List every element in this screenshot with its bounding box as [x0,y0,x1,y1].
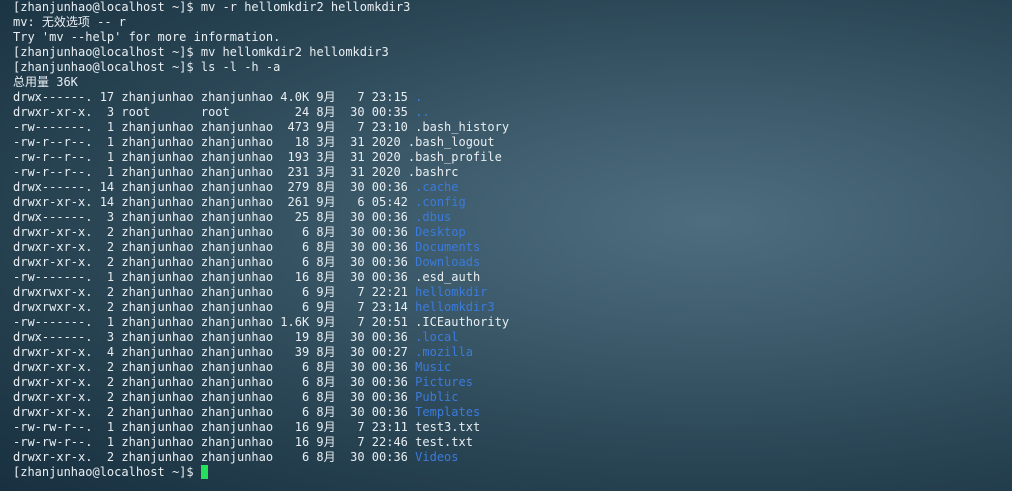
prompt-line: [zhanjunhao@localhost ~]$ [13,465,1003,480]
listing-row: drwxr-xr-x. 2 zhanjunhao zhanjunhao 6 8月… [13,360,1003,375]
file-metadata: -rw-r--r--. 1 zhanjunhao zhanjunhao 18 3… [13,135,408,149]
file-metadata: drwx------. 14 zhanjunhao zhanjunhao 279… [13,180,416,194]
directory-name: hellomkdir3 [415,300,495,314]
directory-name: .config [415,195,466,209]
listing-row: -rw-r--r--. 1 zhanjunhao zhanjunhao 193 … [13,150,1003,165]
file-metadata: -rw-r--r--. 1 zhanjunhao zhanjunhao 193 … [13,150,408,164]
file-metadata: drwxr-xr-x. 2 zhanjunhao zhanjunhao 6 8月… [13,225,416,239]
file-metadata: drwxr-xr-x. 3 root root 24 8月 30 00:35 [13,105,416,119]
file-metadata: drwxr-xr-x. 2 zhanjunhao zhanjunhao 6 8月… [13,450,416,464]
terminal-output[interactable]: [zhanjunhao@localhost ~]$ mv -r hellomkd… [13,0,1003,491]
directory-name: .cache [415,180,459,194]
file-metadata: drwxr-xr-x. 2 zhanjunhao zhanjunhao 6 8月… [13,255,416,269]
file-name: .bash_history [415,120,510,134]
listing-row: drwxrwxr-x. 2 zhanjunhao zhanjunhao 6 9月… [13,300,1003,315]
listing-row: -rw-------. 1 zhanjunhao zhanjunhao 16 8… [13,270,1003,285]
listing-row: drwx------. 3 zhanjunhao zhanjunhao 25 8… [13,210,1003,225]
file-metadata: drwxrwxr-x. 2 zhanjunhao zhanjunhao 6 9月… [13,285,416,299]
shell-prompt: [zhanjunhao@localhost ~]$ [13,465,201,479]
directory-name: Music [415,360,452,374]
file-metadata: drwxr-xr-x. 2 zhanjunhao zhanjunhao 6 8月… [13,240,416,254]
file-name: .esd_auth [415,270,481,284]
directory-name: .dbus [415,210,452,224]
file-metadata: -rw-r--r--. 1 zhanjunhao zhanjunhao 231 … [13,165,408,179]
file-metadata: -rw-rw-r--. 1 zhanjunhao zhanjunhao 16 9… [13,420,416,434]
directory-name: Desktop [415,225,466,239]
listing-row: drwxr-xr-x. 2 zhanjunhao zhanjunhao 6 8月… [13,450,1003,465]
listing-row: drwxr-xr-x. 2 zhanjunhao zhanjunhao 6 8月… [13,405,1003,420]
output-line: Try 'mv --help' for more information. [13,30,1003,45]
listing-row: drwxr-xr-x. 14 zhanjunhao zhanjunhao 261… [13,195,1003,210]
listing-row: -rw-rw-r--. 1 zhanjunhao zhanjunhao 16 9… [13,420,1003,435]
directory-name: hellomkdir [415,285,488,299]
output-line: mv: 无效选项 -- r [13,15,1003,30]
file-metadata: drwx------. 3 zhanjunhao zhanjunhao 25 8… [13,210,416,224]
text-cursor[interactable] [200,465,208,479]
file-name: test3.txt [415,420,481,434]
listing-row: drwxr-xr-x. 4 zhanjunhao zhanjunhao 39 8… [13,345,1003,360]
file-name: test.txt [415,435,473,449]
listing-row: -rw-rw-r--. 1 zhanjunhao zhanjunhao 16 9… [13,435,1003,450]
listing-row: drwxr-xr-x. 3 root root 24 8月 30 00:35 .… [13,105,1003,120]
file-metadata: drwxr-xr-x. 14 zhanjunhao zhanjunhao 261… [13,195,416,209]
file-metadata: drwx------. 3 zhanjunhao zhanjunhao 19 8… [13,330,416,344]
directory-name: . [415,90,423,104]
listing-row: -rw-r--r--. 1 zhanjunhao zhanjunhao 231 … [13,165,1003,180]
directory-name: .local [415,330,459,344]
shell-prompt: [zhanjunhao@localhost ~]$ [13,60,201,74]
output-text: mv: 无效选项 -- r [13,15,127,29]
file-metadata: drwxr-xr-x. 2 zhanjunhao zhanjunhao 6 8月… [13,375,416,389]
file-metadata: drwxr-xr-x. 2 zhanjunhao zhanjunhao 6 8月… [13,405,416,419]
listing-row: -rw-------. 1 zhanjunhao zhanjunhao 473 … [13,120,1003,135]
listing-row: drwxr-xr-x. 2 zhanjunhao zhanjunhao 6 8月… [13,390,1003,405]
listing-row: -rw-------. 1 zhanjunhao zhanjunhao 1.6K… [13,315,1003,330]
directory-name: Pictures [415,375,473,389]
file-metadata: -rw-------. 1 zhanjunhao zhanjunhao 16 8… [13,270,416,284]
shell-prompt: [zhanjunhao@localhost ~]$ [13,0,201,14]
file-metadata: drwxr-xr-x. 2 zhanjunhao zhanjunhao 6 8月… [13,390,416,404]
directory-name: Public [415,390,459,404]
listing-row: drwxr-xr-x. 2 zhanjunhao zhanjunhao 6 8月… [13,255,1003,270]
file-metadata: drwxrwxr-x. 2 zhanjunhao zhanjunhao 6 9月… [13,300,416,314]
listing-row: -rw-r--r--. 1 zhanjunhao zhanjunhao 18 3… [13,135,1003,150]
shell-prompt: [zhanjunhao@localhost ~]$ [13,45,201,59]
listing-row: drwxr-xr-x. 2 zhanjunhao zhanjunhao 6 8月… [13,225,1003,240]
file-metadata: -rw-------. 1 zhanjunhao zhanjunhao 473 … [13,120,416,134]
directory-name: Documents [415,240,481,254]
output-text: Try 'mv --help' for more information. [13,30,281,44]
listing-row: drwxr-xr-x. 2 zhanjunhao zhanjunhao 6 8月… [13,375,1003,390]
command-text: ls -l -h -a [200,60,281,74]
file-metadata: drwxr-xr-x. 4 zhanjunhao zhanjunhao 39 8… [13,345,416,359]
listing-row: drwx------. 17 zhanjunhao zhanjunhao 4.0… [13,90,1003,105]
file-name: .bash_profile [407,150,502,164]
listing-row: drwxr-xr-x. 2 zhanjunhao zhanjunhao 6 8月… [13,240,1003,255]
listing-row: drwx------. 14 zhanjunhao zhanjunhao 279… [13,180,1003,195]
output-text: 总用量 36K [13,75,78,89]
directory-name: Templates [415,405,481,419]
file-name: .bashrc [407,165,459,179]
output-line: 总用量 36K [13,75,1003,90]
prompt-line: [zhanjunhao@localhost ~]$ ls -l -h -a [13,60,1003,75]
command-text: mv -r hellomkdir2 hellomkdir3 [200,0,411,14]
directory-name: Videos [415,450,459,464]
prompt-line: [zhanjunhao@localhost ~]$ mv -r hellomkd… [13,0,1003,15]
directory-name: .mozilla [415,345,473,359]
file-metadata: drwxr-xr-x. 2 zhanjunhao zhanjunhao 6 8月… [13,360,416,374]
file-metadata: drwx------. 17 zhanjunhao zhanjunhao 4.0… [13,90,416,104]
prompt-line: [zhanjunhao@localhost ~]$ mv hellomkdir2… [13,45,1003,60]
listing-row: drwxrwxr-x. 2 zhanjunhao zhanjunhao 6 9月… [13,285,1003,300]
command-text: mv hellomkdir2 hellomkdir3 [200,45,389,59]
file-name: .ICEauthority [415,315,510,329]
file-metadata: -rw-rw-r--. 1 zhanjunhao zhanjunhao 16 9… [13,435,416,449]
file-metadata: -rw-------. 1 zhanjunhao zhanjunhao 1.6K… [13,315,416,329]
directory-name: .. [415,105,430,119]
file-name: .bash_logout [407,135,495,149]
directory-name: Downloads [415,255,481,269]
listing-row: drwx------. 3 zhanjunhao zhanjunhao 19 8… [13,330,1003,345]
